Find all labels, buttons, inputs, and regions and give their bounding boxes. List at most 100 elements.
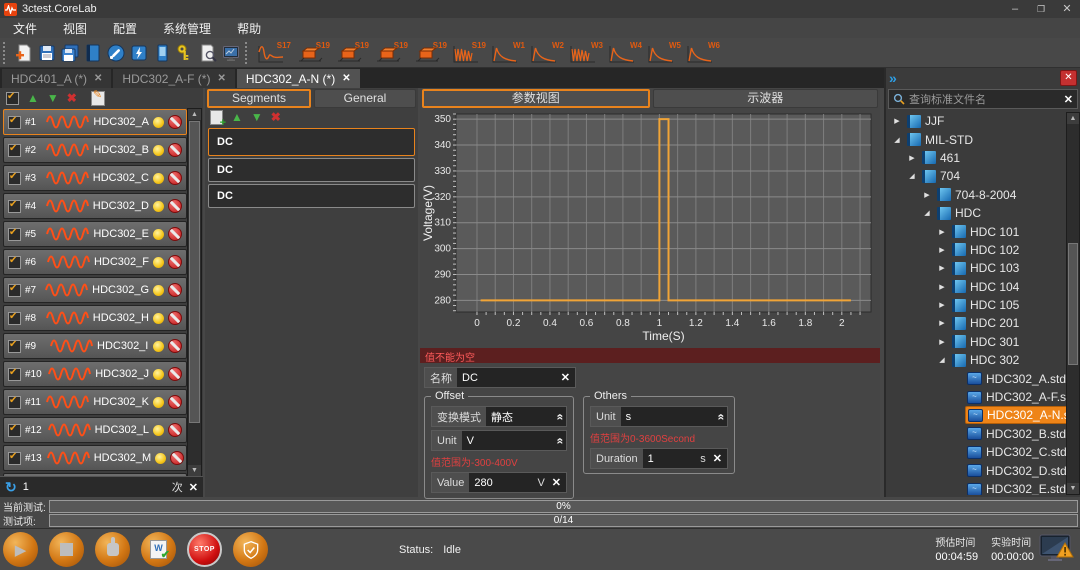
channel-checkbox[interactable] xyxy=(8,228,21,241)
collapse-panel-icon[interactable] xyxy=(889,70,897,86)
repeat-clear-icon[interactable] xyxy=(189,481,198,494)
settings-wrench-icon[interactable] xyxy=(105,42,126,63)
tree-item[interactable]: HDC 103 xyxy=(886,259,1067,277)
channel-checkbox[interactable] xyxy=(8,368,21,381)
channel-checkbox[interactable] xyxy=(8,200,21,213)
tree-expander-icon[interactable] xyxy=(922,209,932,217)
check-all-icon[interactable] xyxy=(6,92,19,105)
bulb-icon[interactable] xyxy=(153,117,164,128)
new-file-icon[interactable] xyxy=(13,42,34,63)
tree-expander-icon[interactable] xyxy=(892,136,902,144)
segment-down-icon[interactable] xyxy=(251,111,263,123)
channel-scrollbar[interactable]: ▲ ▼ xyxy=(187,108,202,477)
tree-expander-icon[interactable] xyxy=(937,246,947,254)
document-tab[interactable]: HDC302_A-F (*) xyxy=(113,69,234,88)
channel-row[interactable]: #8 HDC302_H xyxy=(3,305,187,331)
no-entry-icon[interactable] xyxy=(168,283,182,297)
bulb-icon[interactable] xyxy=(153,425,164,436)
channel-checkbox[interactable] xyxy=(8,396,21,409)
expand-chevron-icon[interactable] xyxy=(715,411,729,422)
value-input[interactable]: 280 xyxy=(469,477,535,489)
channel-row[interactable]: #6 HDC302_F xyxy=(3,249,187,275)
scrollbar-thumb[interactable] xyxy=(189,121,200,423)
waveform-standard-button[interactable]: S17 xyxy=(255,40,292,66)
waveform-standard-button[interactable]: W2 xyxy=(528,40,565,66)
expand-chevron-icon[interactable] xyxy=(554,435,568,446)
bulb-icon[interactable] xyxy=(153,145,164,156)
bulb-icon[interactable] xyxy=(153,257,164,268)
run-button[interactable] xyxy=(3,532,38,567)
tree-item[interactable]: HDC302_A-F.std xyxy=(886,388,1067,406)
close-button[interactable] xyxy=(1054,1,1080,17)
no-entry-icon[interactable] xyxy=(168,143,182,157)
notebook-icon[interactable] xyxy=(82,42,103,63)
search-placeholder[interactable]: 查询标准文件名 xyxy=(909,91,1060,107)
menu-item[interactable]: 文件 xyxy=(0,20,50,37)
stop-button[interactable] xyxy=(49,532,84,567)
tree-item[interactable]: HDC302_E.std xyxy=(886,480,1067,495)
others-unit-field[interactable]: Unit s xyxy=(590,406,728,427)
bulb-icon[interactable] xyxy=(153,313,164,324)
add-segment-icon[interactable] xyxy=(210,110,223,125)
save-all-icon[interactable] xyxy=(59,42,80,63)
tree-item[interactable]: HDC 104 xyxy=(886,278,1067,296)
waveform-standard-button[interactable]: S19 xyxy=(450,40,487,66)
tree-scroll-up-icon[interactable]: ▲ xyxy=(1067,113,1079,124)
channel-checkbox[interactable] xyxy=(8,312,21,325)
waveform-standard-button[interactable]: S19 xyxy=(372,40,409,66)
bulb-icon[interactable] xyxy=(153,397,164,408)
tab-close-icon[interactable] xyxy=(217,73,225,84)
channel-row[interactable]: #1 HDC302_A xyxy=(3,109,187,135)
others-unit-value[interactable]: s xyxy=(621,411,717,423)
key-icon[interactable] xyxy=(174,42,195,63)
menu-item[interactable]: 视图 xyxy=(50,20,100,37)
delete-icon[interactable] xyxy=(67,92,77,104)
restore-button[interactable] xyxy=(1028,1,1054,17)
tree-scrollbar-thumb[interactable] xyxy=(1068,243,1078,365)
minimize-button[interactable] xyxy=(1002,1,1028,17)
tab-close-icon[interactable] xyxy=(94,73,102,84)
duration-input[interactable]: 1 xyxy=(643,453,699,465)
tree-item[interactable]: HDC 201 xyxy=(886,314,1067,332)
save-icon[interactable] xyxy=(36,42,57,63)
waveform-standard-button[interactable]: S19 xyxy=(333,40,370,66)
manual-trigger-button[interactable] xyxy=(95,532,130,567)
channel-checkbox[interactable] xyxy=(8,116,21,129)
duration-field[interactable]: Duration 1 s xyxy=(590,448,728,469)
device-icon[interactable] xyxy=(151,42,172,63)
tree-item[interactable]: HDC 105 xyxy=(886,296,1067,314)
tree-item[interactable]: 704 xyxy=(886,167,1067,185)
scroll-up-icon[interactable]: ▲ xyxy=(188,109,201,120)
tree-expander-icon[interactable] xyxy=(937,283,947,291)
bulb-icon[interactable] xyxy=(153,173,164,184)
no-entry-icon[interactable] xyxy=(168,339,182,353)
tree-scroll-down-icon[interactable]: ▼ xyxy=(1067,483,1079,494)
refresh-icon[interactable] xyxy=(5,479,17,496)
value-field[interactable]: Value 280 V xyxy=(431,472,567,493)
menu-item[interactable]: 配置 xyxy=(100,20,150,37)
channel-row[interactable]: #11 HDC302_K xyxy=(3,389,187,415)
channel-row[interactable]: #7 HDC302_G xyxy=(3,277,187,303)
tree-item[interactable]: HDC302_D.std xyxy=(886,461,1067,479)
channel-checkbox[interactable] xyxy=(8,144,21,157)
channel-row[interactable]: #9 HDC302_I xyxy=(3,333,187,359)
no-entry-icon[interactable] xyxy=(168,227,182,241)
channel-row[interactable]: #10 HDC302_J xyxy=(3,361,187,387)
channel-checkbox[interactable] xyxy=(8,172,21,185)
no-entry-icon[interactable] xyxy=(168,423,182,437)
no-entry-icon[interactable] xyxy=(168,255,182,269)
system-warning-icon[interactable] xyxy=(1038,533,1075,564)
tree-item[interactable]: HDC302_B.std xyxy=(886,425,1067,443)
waveform-standard-button[interactable]: W5 xyxy=(645,40,682,66)
no-entry-icon[interactable] xyxy=(170,451,184,465)
channel-checkbox[interactable] xyxy=(8,256,21,269)
waveform-standard-button[interactable]: S19 xyxy=(294,40,331,66)
view-tab[interactable]: 示波器 xyxy=(653,89,879,108)
segment-item[interactable]: DC xyxy=(208,158,415,182)
channel-checkbox[interactable] xyxy=(8,340,21,353)
segment-delete-icon[interactable] xyxy=(271,111,281,123)
waveform-standard-button[interactable]: S19 xyxy=(411,40,448,66)
edit-icon[interactable] xyxy=(91,91,105,106)
channel-row[interactable]: #5 HDC302_E xyxy=(3,221,187,247)
remote-desktop-icon[interactable] xyxy=(220,42,241,63)
